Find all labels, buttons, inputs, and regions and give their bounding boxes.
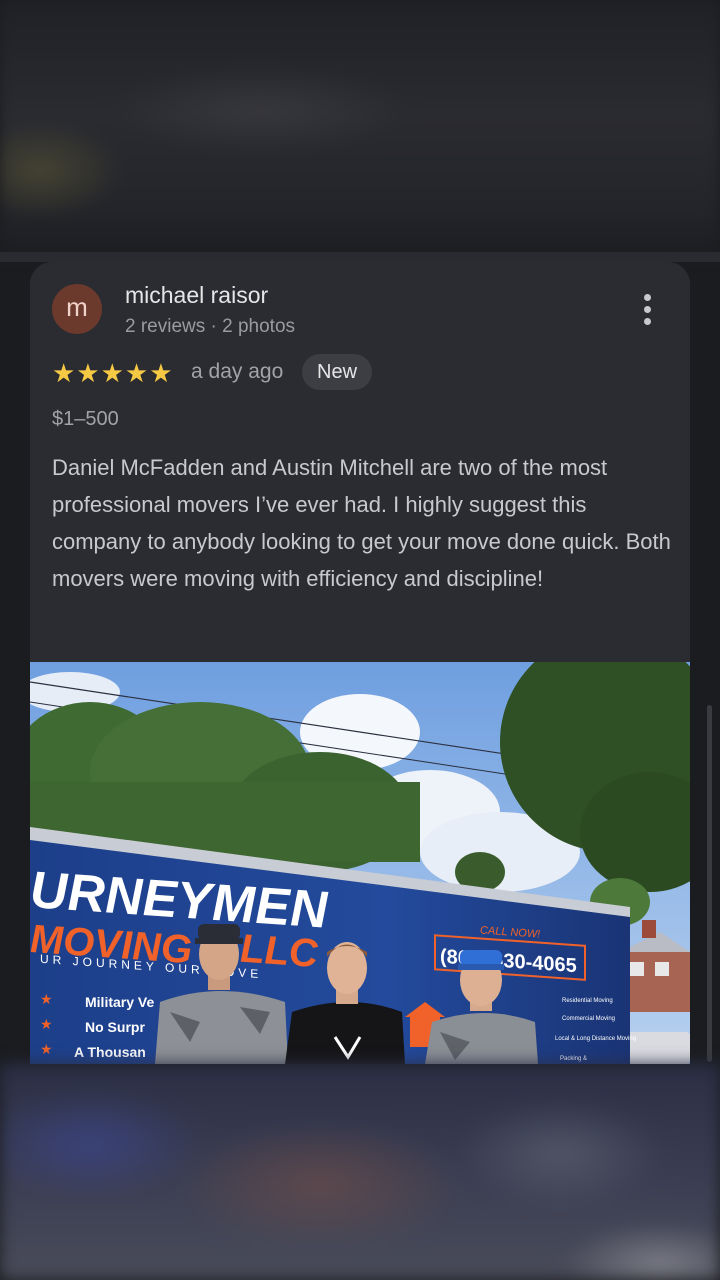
new-badge: New bbox=[302, 354, 373, 390]
blurred-background-bottom bbox=[0, 1064, 720, 1280]
truck-service: Local & Long Distance Moving bbox=[555, 1036, 636, 1042]
svg-text:★: ★ bbox=[40, 1016, 53, 1032]
truck-list-item: Military Ve bbox=[85, 994, 154, 1010]
svg-text:★: ★ bbox=[40, 991, 53, 1007]
reviewer-meta: 2 reviews · 2 photos bbox=[125, 316, 296, 337]
more-options-icon[interactable] bbox=[636, 292, 660, 326]
dot bbox=[644, 294, 651, 301]
truck-list-item: No Surpr bbox=[85, 1019, 145, 1035]
dot bbox=[644, 318, 651, 325]
movers-photo: URNEYMEN MOVING LLC UR JOURNEY OUR MOVE … bbox=[30, 662, 690, 1064]
screen: m michael raisor 2 reviews · 2 photos ★★… bbox=[0, 0, 720, 1280]
divider bbox=[0, 252, 720, 262]
avatar[interactable]: m bbox=[52, 284, 102, 334]
star-rating: ★★★★★ bbox=[52, 358, 174, 388]
truck-service: Commercial Moving bbox=[562, 1016, 615, 1022]
blurred-background-top bbox=[0, 0, 720, 258]
review-card: m michael raisor 2 reviews · 2 photos ★★… bbox=[30, 262, 690, 662]
review-photo[interactable]: URNEYMEN MOVING LLC UR JOURNEY OUR MOVE … bbox=[30, 662, 690, 1064]
svg-text:★: ★ bbox=[40, 1041, 53, 1057]
scrollbar[interactable] bbox=[707, 705, 712, 1062]
review-time: a day ago bbox=[191, 360, 284, 383]
truck-list-item: A Thousan bbox=[74, 1044, 146, 1060]
truck-service: Residential Moving bbox=[562, 998, 613, 1004]
review-text: Daniel McFadden and Austin Mitchell are … bbox=[52, 455, 671, 591]
dot bbox=[644, 306, 651, 313]
price-range: $1–500 bbox=[52, 408, 119, 430]
reviewer-name[interactable]: michael raisor bbox=[125, 282, 268, 309]
truck-service: Packing & bbox=[560, 1056, 587, 1062]
